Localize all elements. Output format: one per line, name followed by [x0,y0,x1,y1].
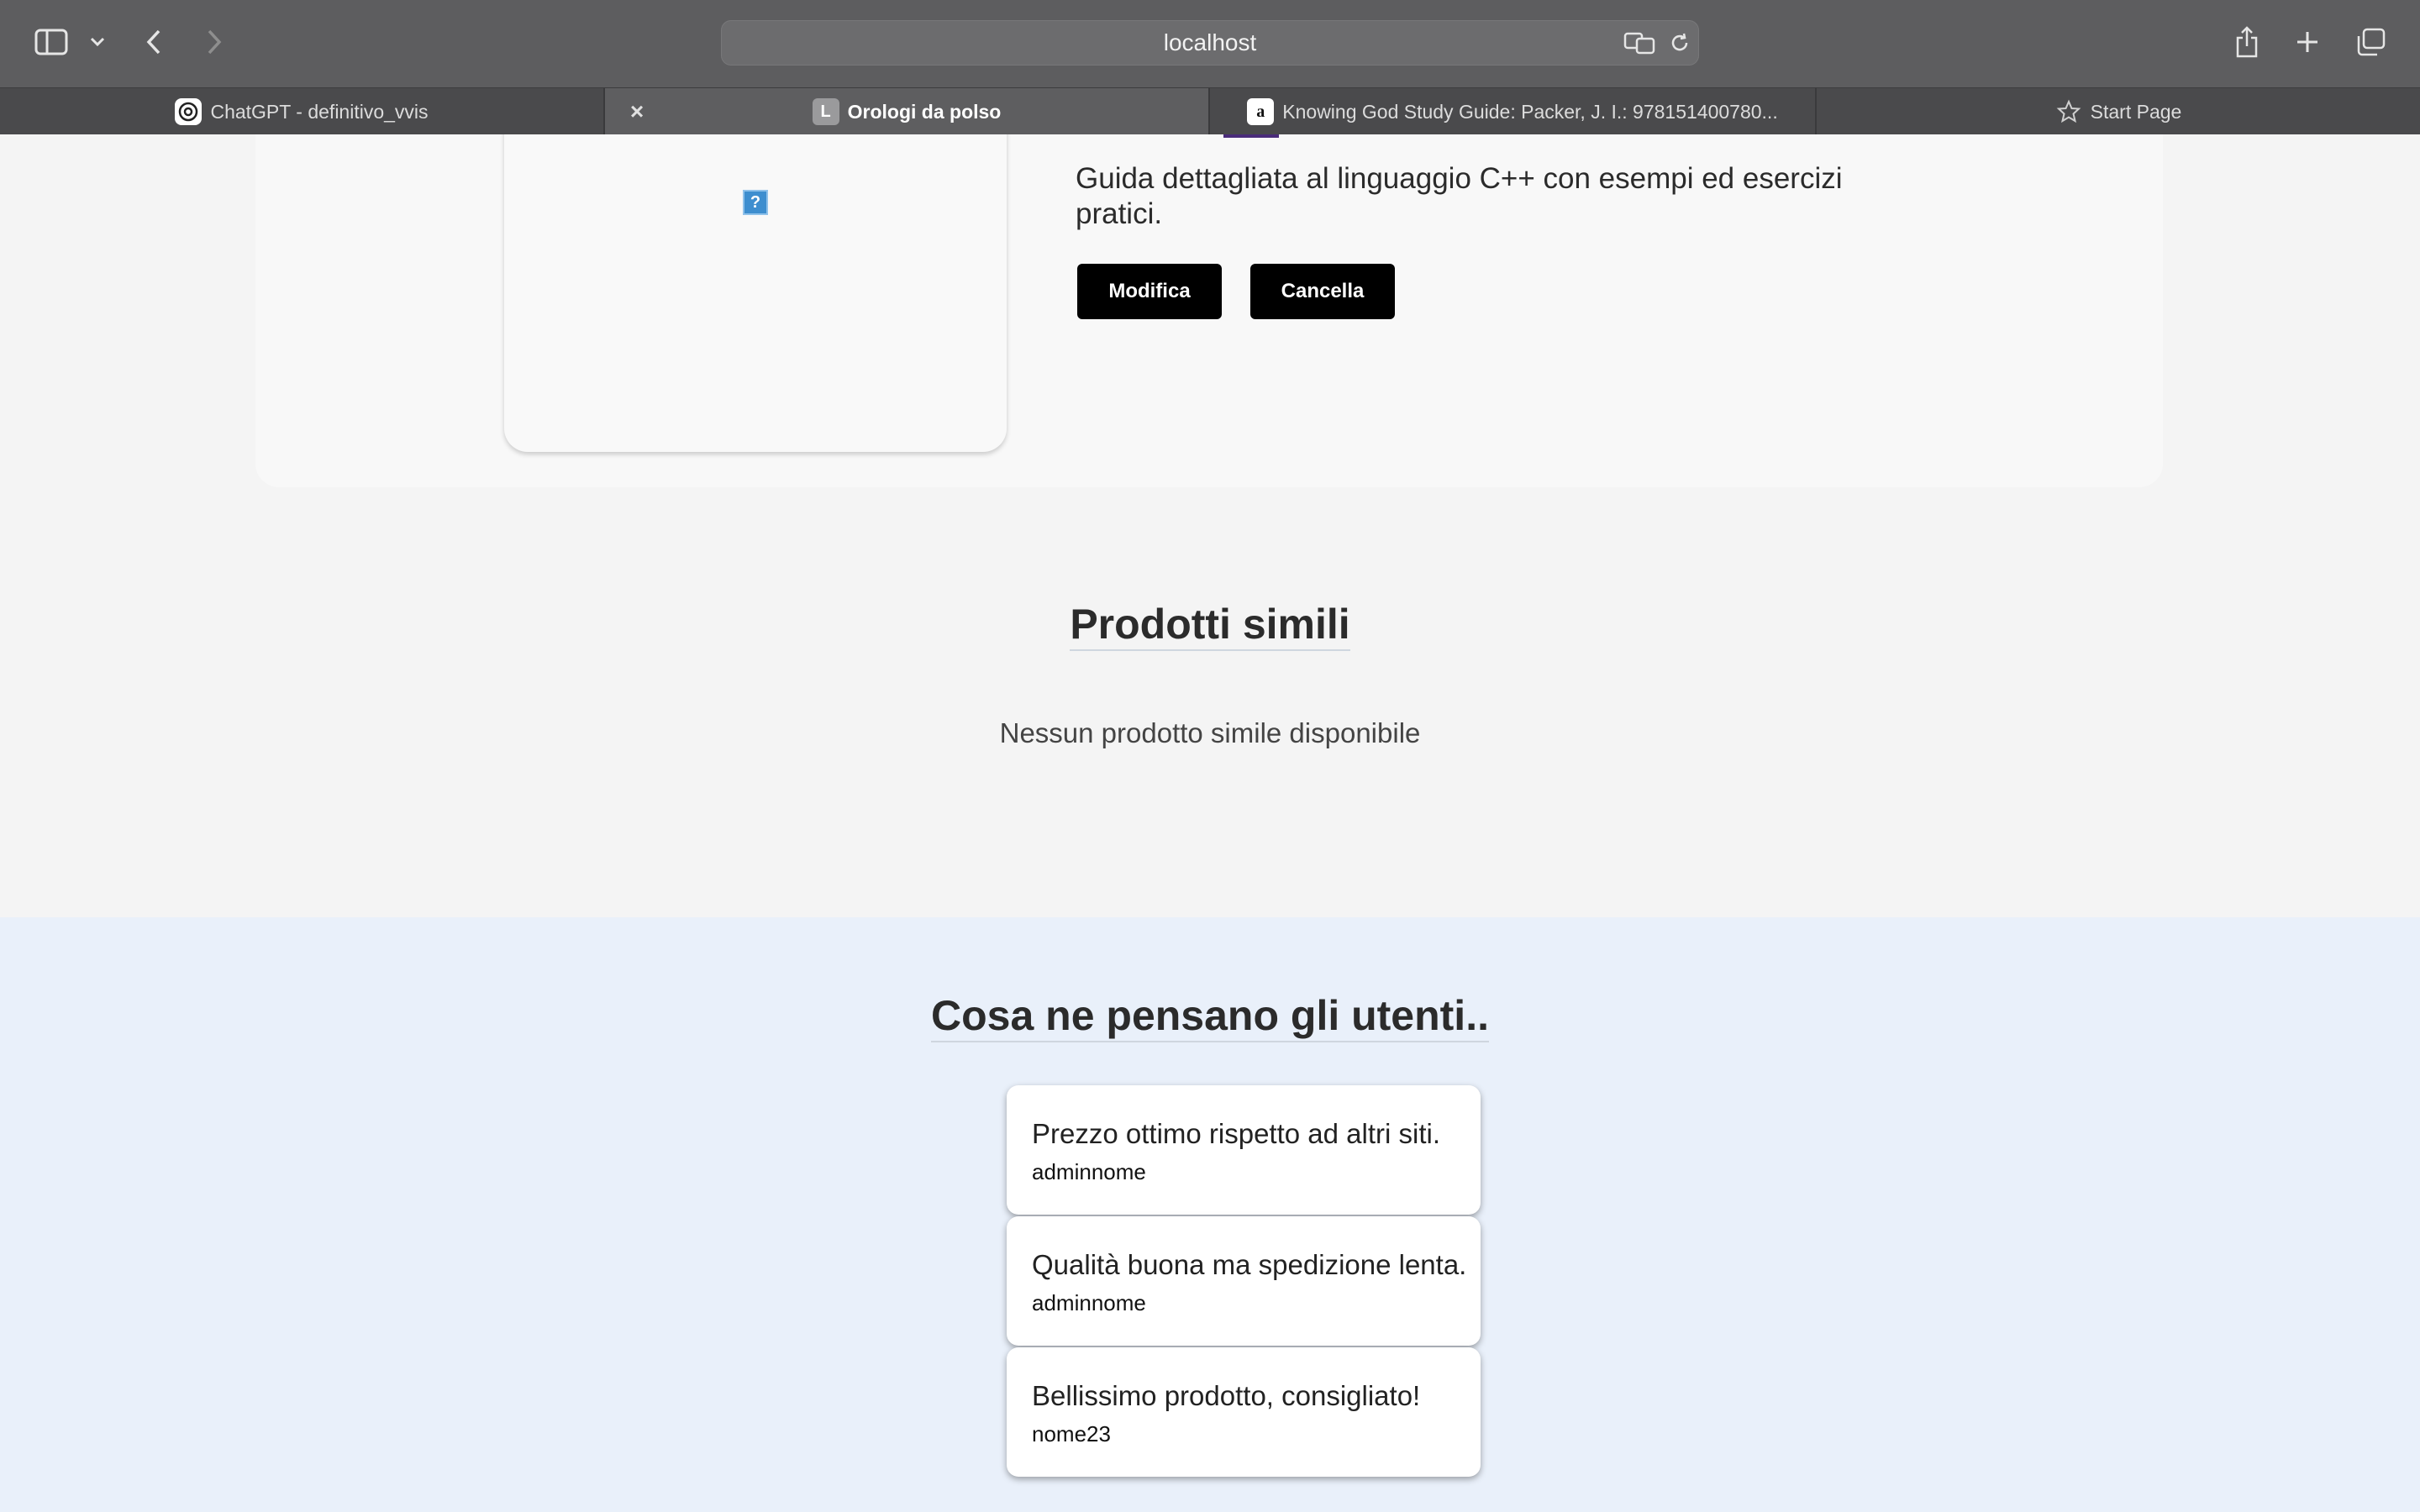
amazon-icon: a [1247,98,1275,125]
tab-label: Orologi da polso [847,100,1002,123]
link-underline [1223,134,1279,138]
review-text: Qualità buona ma spedizione lenta. [1032,1249,1467,1280]
close-icon[interactable]: × [623,98,650,125]
review-card: Qualità buona ma spedizione lenta. admin… [1007,1216,1481,1346]
review-card: Bellissimo prodotto, consigliato! nome23 [1007,1347,1481,1477]
review-text: Prezzo ottimo rispetto ad altri siti. [1032,1118,1441,1149]
browser-toolbar: localhost [0,0,2420,87]
tab-overview-icon[interactable] [2354,27,2388,57]
openai-icon [175,98,203,125]
tab-orologi[interactable]: × L Orologi da polso [605,88,1210,135]
tab-label: Start Page [2090,100,2182,123]
letter-favicon: L [812,98,839,125]
tab-strip: ChatGPT - definitivo_vvis × L Orologi da… [0,87,2420,135]
address-text: localhost [1163,29,1257,55]
product-description: Guida dettagliata al linguaggio C++ con … [1076,162,1843,230]
review-card: Prezzo ottimo rispetto ad altri siti. ad… [1007,1085,1481,1215]
new-tab-icon[interactable] [2292,27,2323,57]
translate-icon[interactable] [1623,30,1657,55]
edit-button[interactable]: Modifica [1077,264,1222,319]
tab-start-page[interactable]: Start Page [1817,88,2420,135]
broken-image-icon: ? [743,190,768,215]
tab-chatgpt[interactable]: ChatGPT - definitivo_vvis [0,88,605,135]
page-content: ? Guida dettagliata al linguaggio C++ co… [0,134,2420,1512]
reviews-title: Cosa ne pensano gli utenti.. [0,991,2420,1042]
delete-button[interactable]: Cancella [1250,264,1395,319]
address-bar[interactable]: localhost [721,20,1699,66]
forward-icon[interactable] [202,27,227,57]
share-icon[interactable] [2232,25,2262,59]
review-user: adminnome [1032,1159,1146,1184]
tab-label: Knowing God Study Guide: Packer, J. I.: … [1282,100,1778,123]
tab-amazon[interactable]: a Knowing God Study Guide: Packer, J. I.… [1210,88,1817,135]
review-text: Bellissimo prodotto, consigliato! [1032,1380,1421,1411]
back-icon[interactable] [141,27,166,57]
product-image-frame [504,134,1007,452]
tab-label: ChatGPT - definitivo_vvis [210,100,429,123]
review-user: adminnome [1032,1290,1146,1315]
reload-icon[interactable] [1667,30,1692,55]
star-icon [2055,98,2082,125]
sidebar-toggle-icon[interactable] [32,27,71,57]
reviews-title-text: Cosa ne pensano gli utenti.. [931,992,1489,1042]
similar-products-title: Prodotti simili [0,600,2420,651]
review-user: nome23 [1032,1421,1111,1446]
similar-products-title-text: Prodotti simili [1070,601,1350,651]
chevron-down-icon[interactable] [87,32,108,52]
no-similar-products-message: Nessun prodotto simile disponibile [999,717,1421,748]
